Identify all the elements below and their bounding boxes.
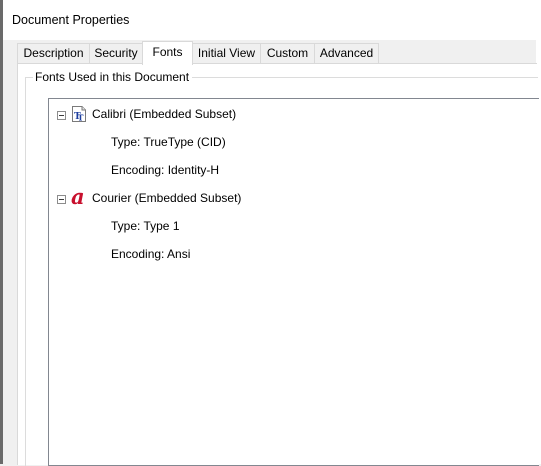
- font-node-calibri[interactable]: Calibri (Embedded Subset): [92, 105, 236, 123]
- font-node-courier[interactable]: Courier (Embedded Subset): [92, 189, 241, 207]
- tab-advanced[interactable]: Advanced: [314, 43, 379, 63]
- tab-security[interactable]: Security: [89, 43, 143, 63]
- truetype-font-icon: T T: [72, 106, 86, 123]
- tab-initial-view[interactable]: Initial View: [192, 43, 261, 63]
- tab-custom[interactable]: Custom: [260, 43, 315, 63]
- font-type-calibri: Type: TrueType (CID): [111, 135, 226, 149]
- tab-description[interactable]: Description: [17, 43, 90, 63]
- fonts-tab-panel: Fonts Used in this Document T T Calibri …: [17, 63, 539, 466]
- fonts-group-label: Fonts Used in this Document: [33, 70, 193, 85]
- tab-fonts[interactable]: Fonts: [142, 41, 193, 65]
- fonts-groupbox: Fonts Used in this Document T T Calibri …: [25, 70, 539, 466]
- font-type-courier: Type: Type 1: [111, 219, 180, 233]
- svg-text:T: T: [78, 113, 84, 123]
- window-edge-left: [0, 0, 3, 464]
- font-encoding-courier: Encoding: Ansi: [111, 247, 191, 261]
- collapse-toggle-icon[interactable]: [57, 111, 66, 120]
- title-bar: Document Properties: [3, 0, 536, 40]
- collapse-toggle-icon[interactable]: [57, 195, 66, 204]
- fonts-tree[interactable]: T T Calibri (Embedded Subset) Type: True…: [48, 98, 539, 466]
- type1-font-icon: a: [71, 184, 85, 209]
- font-encoding-calibri: Encoding: Identity-H: [111, 163, 220, 177]
- window-title: Document Properties: [12, 13, 130, 27]
